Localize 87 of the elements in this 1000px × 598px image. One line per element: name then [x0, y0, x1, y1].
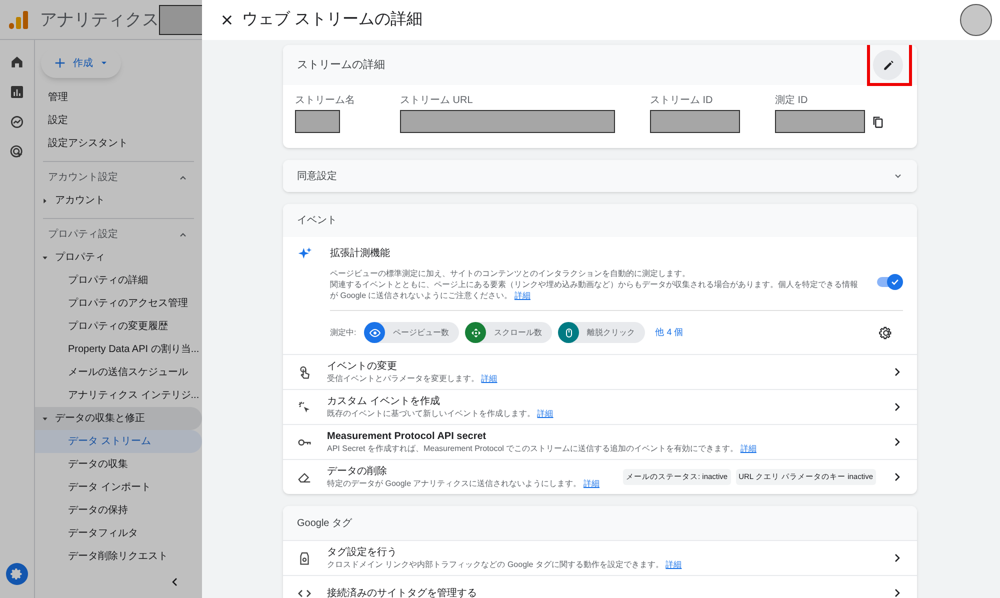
- nav-item[interactable]: アナリティクス インテリジ...: [35, 384, 202, 407]
- details-link[interactable]: 詳細: [514, 291, 530, 300]
- row-title: カスタム イベントを作成: [327, 395, 441, 408]
- nav-item[interactable]: データの保持: [35, 499, 202, 522]
- caret-down-icon: [41, 414, 49, 422]
- nav-item[interactable]: データ削除リクエスト: [35, 545, 202, 568]
- check-icon: [890, 277, 900, 287]
- feature-title: 拡張計測機能: [330, 246, 391, 261]
- nav-group[interactable]: データの収集と修正: [35, 407, 202, 430]
- close-icon: [220, 13, 234, 27]
- create-button[interactable]: 作成: [41, 48, 121, 78]
- measuring-label: 測定中:: [330, 326, 356, 338]
- details-link[interactable]: 詳細: [740, 444, 756, 453]
- list-row[interactable]: 接続済みのサイトタグを管理する: [283, 575, 917, 598]
- row-title: Measurement Protocol API secret: [327, 430, 488, 443]
- feature-chip[interactable]: 離脱クリック: [558, 322, 646, 343]
- row-title: イベントの変更: [327, 360, 398, 373]
- nav-item[interactable]: データフィルタ: [35, 522, 202, 545]
- pencil-icon: [882, 58, 894, 72]
- panel-title: ウェブ ストリームの詳細: [242, 10, 422, 30]
- list-row[interactable]: タグ設定を行う クロスドメイン リンクや内部トラフィックなどの Google タグに関する動作を設定できます。 詳細: [283, 540, 917, 575]
- toggle-switch[interactable]: [877, 274, 903, 290]
- touch-icon: [297, 364, 312, 380]
- row-title: 接続済みのサイトタグを管理する: [327, 586, 478, 598]
- nav-item[interactable]: 管理: [35, 86, 202, 109]
- row-title: タグ設定を行う: [327, 546, 398, 559]
- plus-icon: [53, 56, 67, 70]
- feature-chip[interactable]: スクロール数: [465, 322, 552, 343]
- accordion-header[interactable]: 同意設定: [283, 160, 917, 192]
- eye-icon: [368, 326, 381, 338]
- home-icon: [9, 54, 25, 70]
- list-row[interactable]: イベントの変更 受信イベントとパラメータを変更します。 詳細: [283, 354, 917, 389]
- field-label: ストリーム ID: [650, 94, 714, 108]
- description-text: 関連するイベントとともに、ページ上にある要素（リンクや埋め込み動画など）からもデータが収集される場合があります。個人を特定できる情報が Google に送信されないようにご注意ください。 詳細: [330, 279, 859, 301]
- redaction-block: [295, 110, 340, 133]
- trend-circle-icon: [9, 114, 25, 130]
- settings-icon: [10, 567, 24, 581]
- cursor-click-icon: [297, 400, 312, 414]
- redaction-block: [159, 4, 202, 34]
- nav-item[interactable]: プロパティの変更履歴: [35, 315, 202, 338]
- nav-item[interactable]: データ インポート: [35, 476, 202, 499]
- field-label: ストリーム名: [295, 94, 356, 108]
- settings-icon: [879, 326, 893, 340]
- list-row[interactable]: Measurement Protocol API secret API Secret を作成すれば、Measurement Protocol でこのストリームに送信する追加のイベントを有効にできます。 詳細: [283, 424, 917, 459]
- description-text: ページビューの標準測定に加え、サイトのコンテンツとのインタラクションを自動的に測定します。: [330, 268, 691, 279]
- bar-chart-icon: [9, 84, 25, 100]
- move-arrows-icon: [470, 326, 482, 338]
- app-title: アナリティクス: [40, 8, 159, 31]
- card-title: ストリームの詳細: [297, 58, 385, 73]
- row-title: データの削除: [327, 465, 388, 478]
- more-link[interactable]: 他 4 個: [655, 326, 684, 340]
- list-row[interactable]: カスタム イベントを作成 既存のイベントに基づいて新しいイベントを作成します。 詳細: [283, 389, 917, 424]
- section-header[interactable]: アカウント設定: [43, 166, 194, 189]
- highlight-frame: [867, 45, 912, 86]
- copy-icon: [871, 114, 885, 128]
- section-header[interactable]: プロパティ設定: [43, 223, 194, 246]
- nav-group[interactable]: プロパティ: [35, 246, 202, 269]
- nav-item[interactable]: 設定アシスタント: [35, 132, 202, 155]
- settings-button[interactable]: [879, 326, 893, 340]
- nav-group[interactable]: アカウント: [35, 189, 202, 212]
- details-link[interactable]: 詳細: [583, 479, 600, 488]
- row-description: 特定のデータが Google アナリティクスに送信されないようにします。 詳細: [327, 478, 600, 489]
- details-link[interactable]: 詳細: [481, 374, 498, 383]
- card-title: Google タグ: [297, 516, 352, 530]
- edit-button[interactable]: [873, 50, 903, 80]
- feature-chip[interactable]: ページビュー数: [364, 322, 460, 343]
- details-link[interactable]: 詳細: [666, 560, 682, 569]
- field-label: 測定 ID: [775, 94, 809, 108]
- details-link[interactable]: 詳細: [537, 409, 554, 418]
- nav-item[interactable]: プロパティの詳細: [35, 269, 202, 292]
- nav-item[interactable]: 設定: [35, 109, 202, 132]
- caret-right-icon: [41, 196, 49, 204]
- card-title: イベント: [297, 214, 337, 228]
- row-description: クロスドメイン リンクや内部トラフィックなどの Google タグに関する動作を設定できます。 詳細: [327, 559, 683, 570]
- row-description: 受信イベントとパラメータを変更します。 詳細: [327, 373, 498, 384]
- field-label: ストリーム URL: [400, 94, 474, 108]
- nav-item[interactable]: Property Data API の割り当...: [35, 338, 202, 361]
- tag-icon: [297, 550, 312, 566]
- nav-item[interactable]: データ ストリーム: [35, 430, 202, 453]
- row-description: 既存のイベントに基づいて新しいイベントを作成します。 詳細: [327, 408, 554, 419]
- nav-item[interactable]: メールの送信スケジュール: [35, 361, 202, 384]
- avatar[interactable]: [960, 4, 992, 36]
- target-cursor-icon: [9, 144, 25, 160]
- nav-item[interactable]: プロパティのアクセス管理: [35, 292, 202, 315]
- caret-down-icon: [41, 254, 49, 262]
- nav-item[interactable]: データの収集: [35, 453, 202, 476]
- row-description: API Secret を作成すれば、Measurement Protocol でこのストリームに送信する追加のイベントを有効にできます。 詳細: [327, 443, 758, 454]
